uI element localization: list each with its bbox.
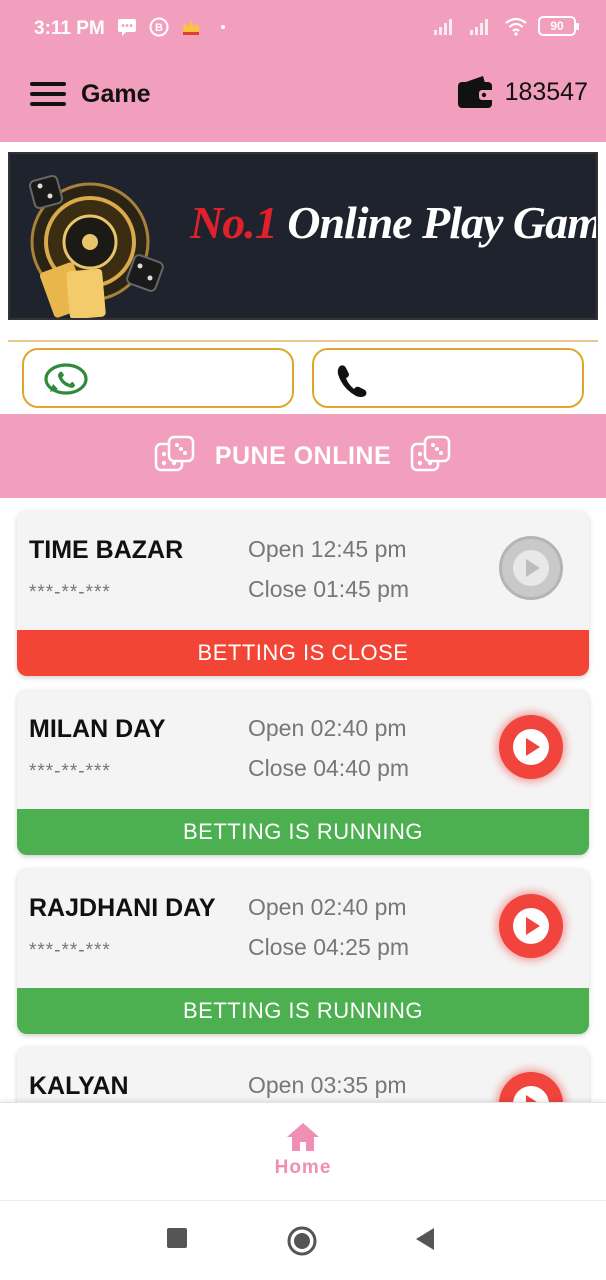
dice-icon [410, 435, 451, 472]
open-time: Open 02:40 pm [248, 715, 407, 741]
section-title: PUNE ONLINE [214, 441, 392, 470]
battery-level: 90 [550, 19, 564, 33]
signal-icon [470, 19, 488, 35]
play-button[interactable] [499, 715, 563, 779]
play-button-disabled[interactable] [499, 536, 563, 600]
nav-home-label: Home [274, 1157, 332, 1178]
promo-banner[interactable]: No.1 Online Play Games [8, 152, 598, 320]
svg-text:B: B [155, 22, 163, 34]
game-name: KALYAN [29, 1072, 129, 1100]
open-time: Open 02:40 pm [248, 894, 407, 920]
betting-status-closed: BETTING IS CLOSE [17, 630, 589, 676]
market-section-header: PUNE ONLINE [0, 414, 606, 498]
banner-headline: No.1 Online Play Games [190, 196, 596, 249]
dot-icon [221, 25, 225, 29]
whatsapp-icon [44, 363, 88, 395]
game-result: ***-**-*** [29, 761, 111, 782]
signal-icon [434, 19, 452, 35]
menu-button[interactable] [30, 82, 66, 108]
betting-status-running: BETTING IS RUNNING [17, 988, 589, 1034]
casino-roulette-icon [28, 174, 164, 318]
game-result: ***-**-*** [29, 582, 111, 603]
close-time: Close 04:40 pm [248, 755, 410, 781]
open-time: Open 12:45 pm [248, 536, 407, 562]
b-badge-icon: B [149, 17, 169, 37]
status-notification-icons: B [116, 16, 234, 38]
hamburger-icon [30, 82, 66, 86]
game-name: RAJDHANI DAY [29, 894, 216, 922]
message-icon [118, 19, 136, 36]
play-icon [513, 729, 549, 765]
game-name: TIME BAZAR [29, 536, 184, 564]
game-card-rajdhani-day[interactable]: RAJDHANI DAY ***-**-*** Open 02:40 pm Cl… [17, 868, 589, 1034]
status-bar: 3:11 PM B 90 [0, 0, 606, 58]
play-icon [513, 908, 549, 944]
recent-apps-icon[interactable] [166, 1227, 188, 1249]
close-time: Close 01:45 pm [248, 576, 410, 602]
nav-home[interactable]: Home [263, 1121, 343, 1191]
phone-button[interactable] [312, 348, 584, 408]
home-circle-icon[interactable] [286, 1225, 318, 1257]
open-time: Open 03:35 pm [248, 1072, 407, 1098]
banner-headline-red: No.1 [190, 197, 278, 248]
phone-icon [337, 365, 367, 397]
home-icon [287, 1123, 319, 1151]
system-navigation [0, 1200, 606, 1280]
wallet-button[interactable]: 183547 [457, 74, 588, 110]
game-card-milan-day[interactable]: MILAN DAY ***-**-*** Open 02:40 pm Close… [17, 689, 589, 855]
game-result: ***-**-*** [29, 940, 111, 961]
banner-headline-white: Online Play Games [287, 197, 596, 248]
status-system-icons: 90 [432, 16, 579, 36]
status-time: 3:11 PM [34, 18, 105, 39]
battery-icon: 90 [538, 16, 579, 36]
wallet-balance: 183547 [504, 77, 588, 106]
wallet-icon [457, 76, 494, 108]
app-bar: Game 183547 [0, 58, 606, 142]
dice-icon [154, 435, 195, 472]
close-time: Close 04:25 pm [248, 934, 410, 960]
bottom-navigation: Home [0, 1102, 606, 1200]
play-button[interactable] [499, 894, 563, 958]
wifi-icon [505, 17, 527, 36]
play-icon [513, 550, 549, 586]
game-name: MILAN DAY [29, 715, 166, 743]
back-icon[interactable] [414, 1227, 436, 1251]
game-card-time-bazar[interactable]: TIME BAZAR ***-**-*** Open 12:45 pm Clos… [17, 510, 589, 676]
crown-icon [183, 20, 199, 35]
betting-status-running: BETTING IS RUNNING [17, 809, 589, 855]
divider [8, 340, 598, 342]
app-screen: 3:11 PM B 90 Game 183547 No.1 Online Pla… [0, 0, 606, 1280]
whatsapp-button[interactable] [22, 348, 294, 408]
page-title: Game [81, 80, 151, 108]
